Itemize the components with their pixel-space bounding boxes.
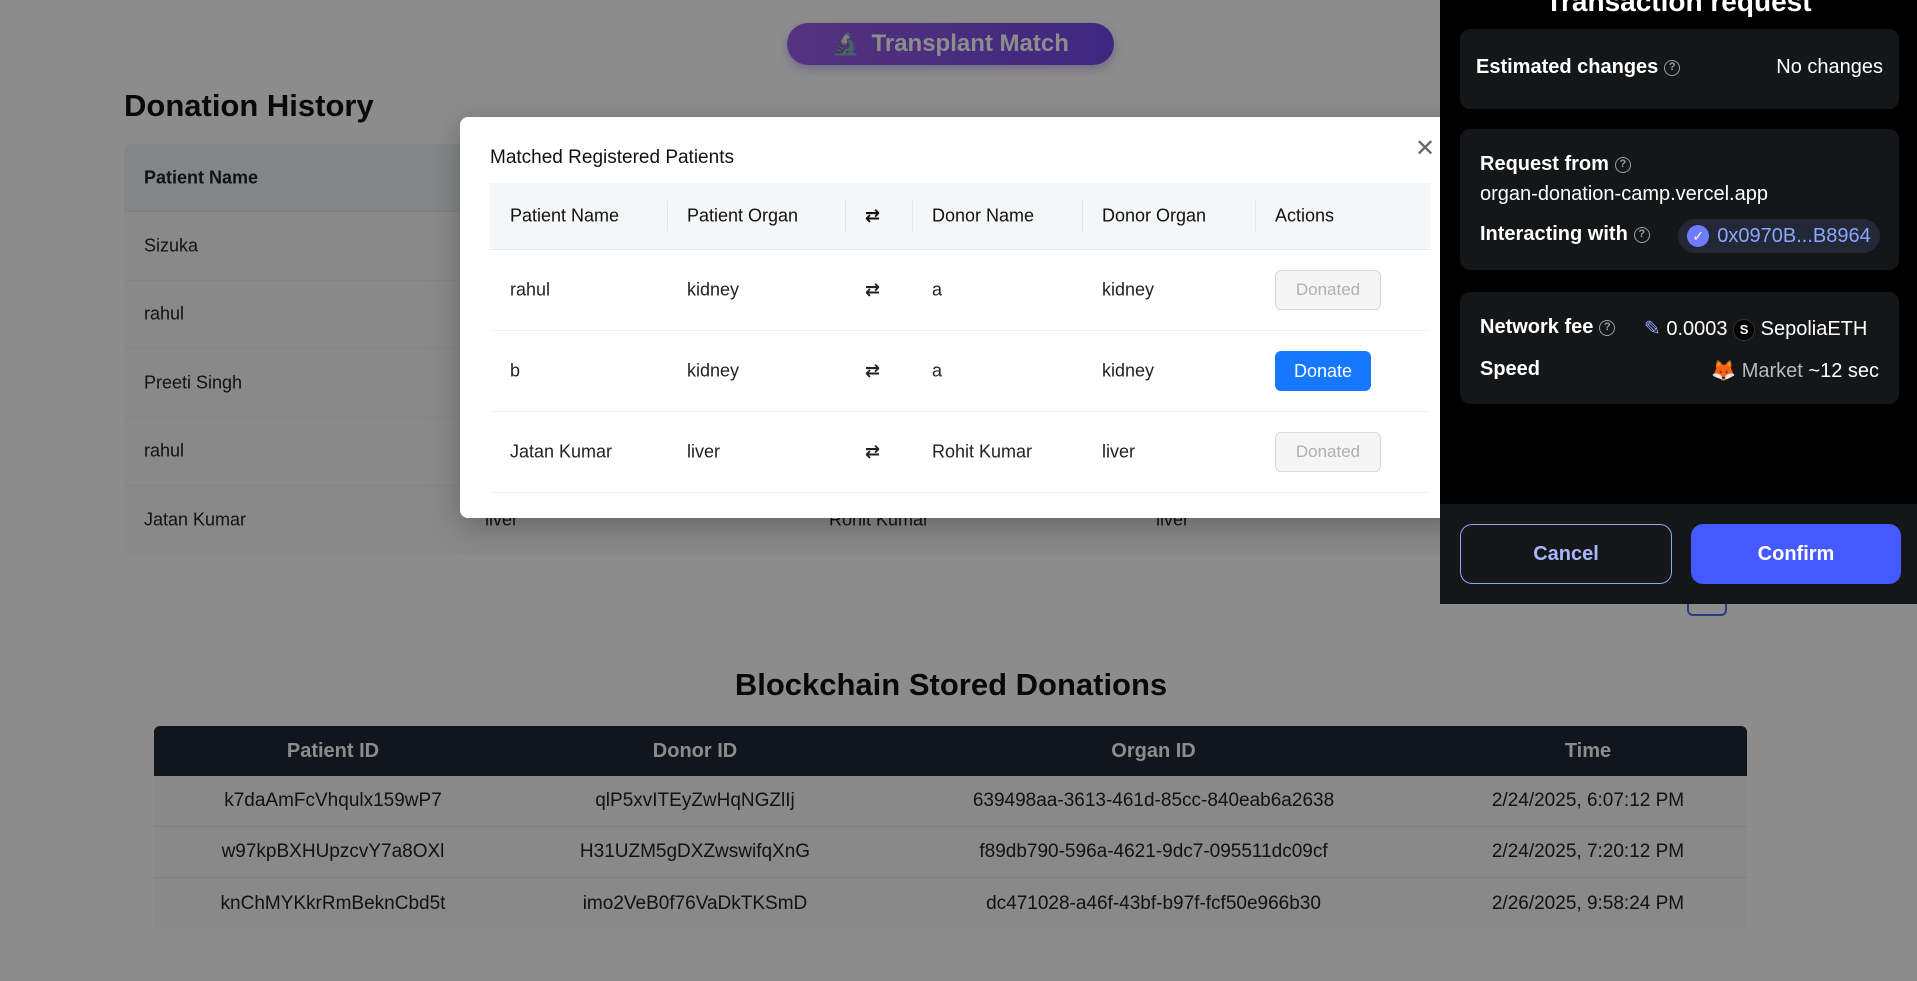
swap-icon: ⇄: [865, 441, 881, 462]
estimated-changes-card: Estimated changes? No changes: [1460, 29, 1899, 109]
swap-icon: ⇄: [865, 205, 881, 226]
speed-value-group: 🦊 Market ~12 sec: [1711, 358, 1879, 383]
donated-button: Donated: [1275, 270, 1381, 310]
confirm-button[interactable]: Confirm: [1691, 524, 1901, 584]
column-divider: [845, 201, 846, 231]
contract-address: 0x0970B...B8964: [1717, 224, 1871, 247]
table-row: Jatan Kumar liver ⇄ Rohit Kumar liver Do…: [490, 412, 1430, 493]
estimated-changes-value: No changes: [1776, 56, 1883, 78]
column-header: Patient Organ: [687, 205, 799, 226]
wallet-title: Transaction request: [1545, 0, 1812, 17]
patient-name: Jatan Kumar: [510, 441, 613, 462]
help-icon[interactable]: ?: [1614, 156, 1631, 173]
help-icon[interactable]: ?: [1599, 319, 1616, 336]
request-from-value: organ-donation-camp.vercel.app: [1480, 183, 1768, 205]
column-divider: [1255, 201, 1256, 231]
interacting-with-label: Interacting with?: [1480, 223, 1650, 246]
matched-patients-table: Patient Name Patient Organ ⇄ Donor Name …: [490, 183, 1430, 493]
verified-badge-icon: ✓: [1687, 225, 1710, 247]
donor-name: a: [932, 279, 943, 300]
help-icon[interactable]: ?: [1664, 59, 1681, 76]
patient-organ: liver: [687, 441, 721, 462]
patient-organ: kidney: [687, 360, 740, 381]
column-header: Donor Name: [932, 205, 1035, 226]
wallet-footer: Cancel Confirm: [1440, 504, 1917, 604]
estimated-changes-text: Estimated changes: [1476, 56, 1659, 78]
network-fee-value: 0.0003: [1666, 318, 1728, 340]
donor-organ: liver: [1102, 441, 1136, 462]
donate-button[interactable]: Donate: [1275, 351, 1371, 391]
matched-patients-modal: Matched Registered Patients ✕ Patient Na…: [460, 117, 1460, 518]
edit-pencil-icon[interactable]: ✎: [1644, 318, 1661, 340]
column-header: Donor Organ: [1102, 205, 1207, 226]
donated-button: Donated: [1275, 432, 1381, 472]
request-card: Request from? organ-donation-camp.vercel…: [1460, 129, 1899, 270]
fox-icon: 🦊: [1711, 360, 1737, 382]
donor-name: a: [932, 360, 943, 381]
network-fee-label: Network fee?: [1480, 316, 1616, 339]
table-row: rahul kidney ⇄ a kidney Donated: [490, 250, 1430, 331]
contract-address-pill[interactable]: ✓ 0x0970B...B8964: [1678, 219, 1880, 253]
swap-icon: ⇄: [865, 279, 881, 300]
request-from-label: Request from?: [1480, 153, 1631, 176]
cancel-button[interactable]: Cancel: [1460, 524, 1672, 584]
column-header: Patient Name: [510, 205, 620, 226]
sepolia-eth-icon: S: [1733, 318, 1756, 341]
column-divider: [667, 201, 668, 231]
patient-organ: kidney: [687, 279, 740, 300]
wallet-transaction-panel: Transaction request Estimated changes? N…: [1440, 0, 1917, 604]
speed-value: Market: [1741, 360, 1803, 382]
interacting-with-text: Interacting with: [1480, 223, 1628, 245]
patient-name: rahul: [510, 279, 551, 300]
swap-icon: ⇄: [865, 360, 881, 381]
network-fee-card: Network fee? ✎ 0.0003 S SepoliaETH Speed…: [1460, 292, 1899, 404]
help-icon[interactable]: ?: [1633, 226, 1650, 243]
donor-organ: kidney: [1102, 279, 1155, 300]
estimated-changes-label: Estimated changes?: [1476, 56, 1681, 79]
column-divider: [1082, 201, 1083, 231]
table-row: b kidney ⇄ a kidney Donate: [490, 331, 1430, 412]
donor-organ: kidney: [1102, 360, 1155, 381]
column-header: Actions: [1275, 205, 1335, 226]
speed-time: ~12 sec: [1808, 360, 1879, 382]
modal-title: Matched Registered Patients: [490, 147, 734, 168]
request-from-text: Request from: [1480, 153, 1609, 175]
table-header: Patient Name Patient Organ ⇄ Donor Name …: [490, 183, 1430, 250]
patient-name: b: [510, 360, 521, 381]
column-divider: [912, 201, 913, 231]
speed-label: Speed: [1480, 358, 1541, 380]
donor-name: Rohit Kumar: [932, 441, 1033, 462]
network-fee-value-group: ✎ 0.0003 S SepoliaETH: [1644, 316, 1867, 341]
network-fee-text: Network fee: [1480, 316, 1594, 338]
network-token: SepoliaETH: [1760, 318, 1868, 340]
close-icon[interactable]: ✕: [1413, 137, 1437, 161]
